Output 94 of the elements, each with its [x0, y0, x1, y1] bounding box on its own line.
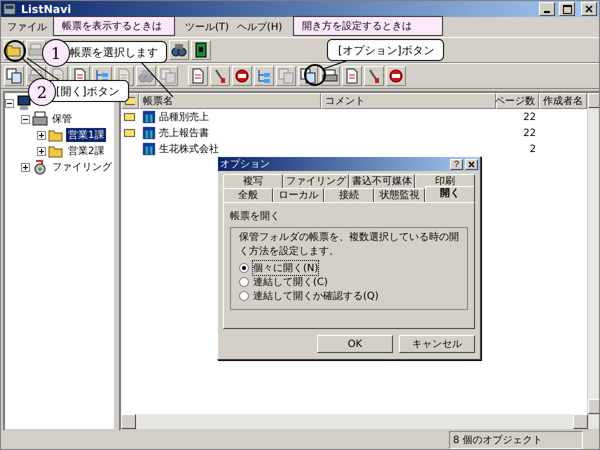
expand-icon[interactable] — [21, 162, 30, 172]
close-icon — [468, 160, 475, 168]
dialog-button[interactable]: OK — [317, 335, 393, 353]
expand-icon[interactable] — [37, 146, 46, 156]
flag-icon — [125, 97, 135, 105]
binoculars-icon — [138, 68, 154, 84]
tree-item[interactable]: ファイリング — [50, 160, 114, 174]
stop-icon — [234, 68, 250, 84]
tab[interactable]: 複写 — [223, 174, 283, 188]
toolbar-button[interactable] — [191, 40, 211, 60]
tree-item[interactable]: 営業1課 — [66, 128, 106, 142]
tree-item[interactable]: 営業2課 — [66, 144, 106, 158]
radio-label[interactable]: 連結して開くか確認する(Q) — [253, 289, 379, 303]
radio-button[interactable] — [239, 277, 249, 287]
page-count: 22 — [523, 128, 536, 138]
maximize-button[interactable] — [559, 2, 575, 16]
toolbar-button[interactable] — [169, 40, 189, 60]
menu-item[interactable]: ファイル — [7, 20, 47, 34]
radio-button[interactable] — [239, 263, 249, 273]
menu-item[interactable]: ツール(T) — [185, 20, 229, 34]
group-label: 保管フォルダの帳票を、複数選択している時の開く方法を設定します。 — [239, 230, 459, 258]
window-title: ListNavi — [21, 2, 72, 16]
stop-icon — [388, 68, 404, 84]
report-icon — [142, 110, 156, 124]
callout-text: [開く]ボタン — [56, 84, 120, 98]
computer-icon — [16, 95, 32, 111]
toolbar-button[interactable] — [320, 66, 340, 86]
copy-icon — [300, 68, 316, 84]
callout-text: 帳票を選択します — [70, 44, 158, 60]
menu-item[interactable]: ヘルプ(H) — [236, 20, 282, 34]
tree-item[interactable]: 保管 — [50, 112, 74, 126]
tab[interactable]: 全般 — [223, 188, 274, 202]
radio-label[interactable]: 個々に開く(N) — [253, 261, 318, 275]
radio-label[interactable]: 連結して開く(C) — [253, 275, 328, 289]
tab[interactable]: 接続 — [324, 188, 374, 202]
toolbar-button[interactable] — [4, 66, 24, 86]
tab[interactable]: ローカル — [273, 188, 324, 202]
radio-button[interactable] — [239, 291, 249, 301]
hint-tooltip: 開き方を設定するときは — [293, 16, 443, 36]
report-icon — [142, 126, 156, 140]
expand-icon[interactable] — [37, 130, 46, 140]
collapse-icon[interactable] — [21, 114, 30, 124]
printer-icon — [322, 68, 338, 84]
app-icon — [3, 2, 17, 16]
tab[interactable]: 書込不可媒体 — [349, 174, 415, 188]
tab[interactable]: 開く — [424, 186, 476, 202]
report-name[interactable]: 品種別売上 — [159, 110, 209, 124]
dialog-title: オプション — [220, 158, 271, 171]
callout-text: [オプション]ボタン — [338, 42, 435, 58]
report-name[interactable]: 売上報告書 — [159, 126, 209, 140]
toolbar-button[interactable] — [342, 66, 362, 86]
tree-icon — [256, 68, 272, 84]
column-header[interactable]: コメント — [321, 93, 496, 109]
book-icon — [193, 42, 209, 58]
scrollbar[interactable] — [587, 93, 599, 414]
close-button[interactable] — [581, 2, 597, 16]
printer-icon — [32, 111, 48, 127]
toolbar-button[interactable] — [210, 66, 230, 86]
close-icon — [585, 5, 593, 13]
copy-icon — [6, 68, 22, 84]
document-icon — [190, 68, 206, 84]
report-icon — [142, 142, 156, 156]
printer-icon — [28, 42, 44, 58]
toolbar-button[interactable] — [364, 66, 384, 86]
section-label: 帳票を開く — [230, 210, 281, 223]
copy-icon — [160, 68, 176, 84]
copy-icon — [278, 68, 294, 84]
maximize-icon — [562, 4, 572, 14]
report-name[interactable]: 生花株式会社 — [159, 142, 219, 156]
page-count: 22 — [523, 112, 536, 122]
minimize-button[interactable] — [539, 2, 555, 16]
scrollbar[interactable] — [121, 414, 599, 429]
hint-tooltip: 帳票を表示するときは — [53, 16, 175, 36]
column-header[interactable]: 帳票名 — [139, 93, 321, 109]
page-count: 2 — [530, 144, 536, 154]
column-header[interactable]: 作成者名 — [539, 93, 587, 109]
column-header[interactable]: ページ数 — [496, 93, 539, 109]
close-button[interactable] — [465, 158, 478, 170]
toolbar-button[interactable] — [386, 66, 406, 86]
toolbar-button[interactable] — [254, 66, 274, 86]
help-button[interactable]: ? — [450, 158, 463, 170]
document-icon — [344, 68, 360, 84]
step-number: 1 — [42, 39, 70, 67]
toolbar-button[interactable] — [232, 66, 252, 86]
highlight-ring-tooltip — [304, 64, 326, 86]
highlight-ring-tooltip — [4, 40, 26, 62]
tab[interactable]: ファイリング — [283, 174, 349, 188]
disc-icon — [32, 159, 48, 175]
status-text: 8 個のオブジェクト — [449, 431, 583, 449]
dialog-button[interactable]: キャンセル — [399, 335, 475, 353]
collapse-icon[interactable] — [5, 98, 14, 108]
toolbar-button[interactable] — [188, 66, 208, 86]
binoculars-icon — [171, 42, 187, 58]
tab[interactable]: 状態監視 — [374, 188, 425, 202]
